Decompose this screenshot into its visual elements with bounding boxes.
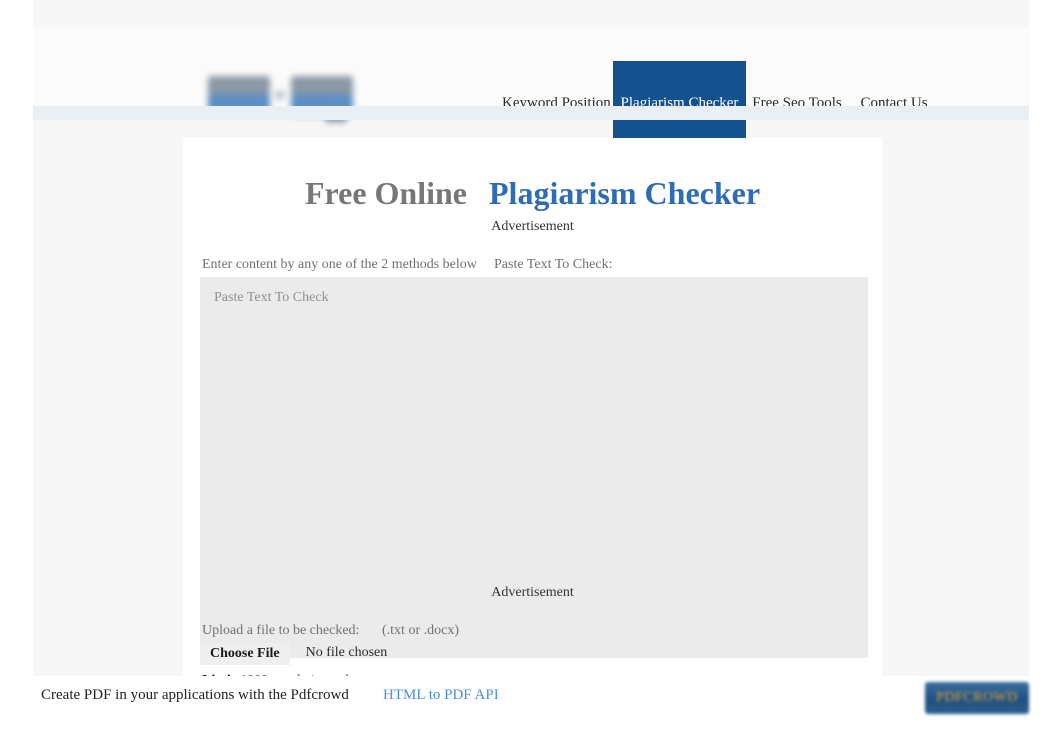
page-title: Free Online Plagiarism Checker <box>183 173 882 213</box>
main-navigation: Keyword Position Plagiarism Checker Free… <box>493 61 953 145</box>
pdfcrowd-badge[interactable]: PDFCROWD <box>925 682 1029 714</box>
file-upload-row: Choose File No file chosen <box>200 643 387 667</box>
header-divider <box>33 106 1029 120</box>
page-title-highlight: Plagiarism Checker <box>489 175 761 212</box>
nav-item-plagiarism-checker[interactable]: Plagiarism Checker <box>613 61 746 145</box>
advertisement-label-middle: Advertisement <box>491 585 574 600</box>
nav-item-contact-us[interactable]: Contact Us <box>851 61 937 145</box>
footer-bar: Create PDF in your applications with the… <box>0 676 1062 720</box>
logo-shape <box>291 76 353 96</box>
footer-text: Create PDF in your applications with the… <box>41 687 349 703</box>
main-content-card: Free Online Plagiarism Checker Advertisem… <box>183 138 882 717</box>
paste-text-label: Paste Text To Check: <box>494 257 613 272</box>
nav-item-keyword-position[interactable]: Keyword Position <box>502 61 611 145</box>
advertisement-label-top: Advertisement <box>491 219 574 234</box>
input-methods-label: Enter content by any one of the 2 method… <box>202 257 477 272</box>
logo-shape <box>208 76 270 96</box>
page-title-prefix: Free Online <box>304 175 467 212</box>
upload-extensions-label: (.txt or .docx) <box>382 623 459 638</box>
nav-item-free-seo-tools[interactable]: Free Seo Tools <box>750 61 844 145</box>
upload-file-label: Upload a file to be checked: <box>202 623 360 638</box>
site-header: Keyword Position Plagiarism Checker Free… <box>33 28 1029 145</box>
logo-shape <box>275 90 285 100</box>
html-to-pdf-api-link[interactable]: HTML to PDF API <box>383 687 499 704</box>
choose-file-button[interactable]: Choose File <box>200 643 290 665</box>
page-root: Keyword Position Plagiarism Checker Free… <box>0 0 1062 752</box>
selected-file-name: No file chosen <box>305 645 388 661</box>
